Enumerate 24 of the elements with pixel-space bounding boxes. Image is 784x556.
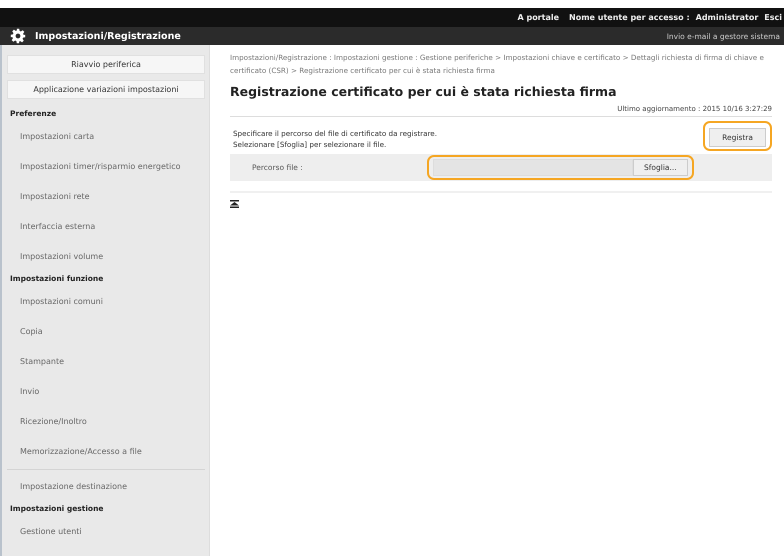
sidebar-item[interactable]: Gestione utenti [7,517,205,547]
settings-icon [10,28,26,44]
sidebar-item[interactable]: Impostazioni carta [7,122,205,152]
back-to-top-icon[interactable] [230,200,239,208]
username-label: Nome utente per accesso : [569,13,690,22]
sidebar-item[interactable]: Impostazioni timer/risparmio energetico [7,152,205,182]
sidebar-item[interactable]: Impostazioni rete [7,182,205,212]
file-path-field[interactable] [433,159,633,176]
sidebar-item[interactable]: Memorizzazione/Accesso a file [7,437,205,467]
sidebar-item[interactable]: Invio [7,377,205,407]
sidebar-item[interactable]: Copia [7,317,205,347]
sidebar-button[interactable]: Riavvio periferica [7,55,205,74]
sidebar-item[interactable]: Interfaccia esterna [7,212,205,242]
sidebar-item[interactable]: Stampante [7,347,205,377]
page-title: Registrazione certificato per cui è stata richiesta firma [230,84,618,99]
sidebar-item[interactable]: Impostazione destinazione [7,472,205,502]
username-value: Administrator [696,13,758,22]
logout-link[interactable]: Esci [764,13,782,22]
sidebar-item[interactable]: Impostazioni volume [7,242,205,272]
portal-link[interactable]: A portale [517,13,560,22]
app-title: Impostazioni/Registrazione [35,30,182,42]
sidebar-item[interactable]: Impostazioni comuni [7,287,205,317]
sidebar-item[interactable]: Ricezione/Inoltro [7,407,205,437]
sidebar-button[interactable]: Applicazione variazioni impostazioni [7,80,205,99]
